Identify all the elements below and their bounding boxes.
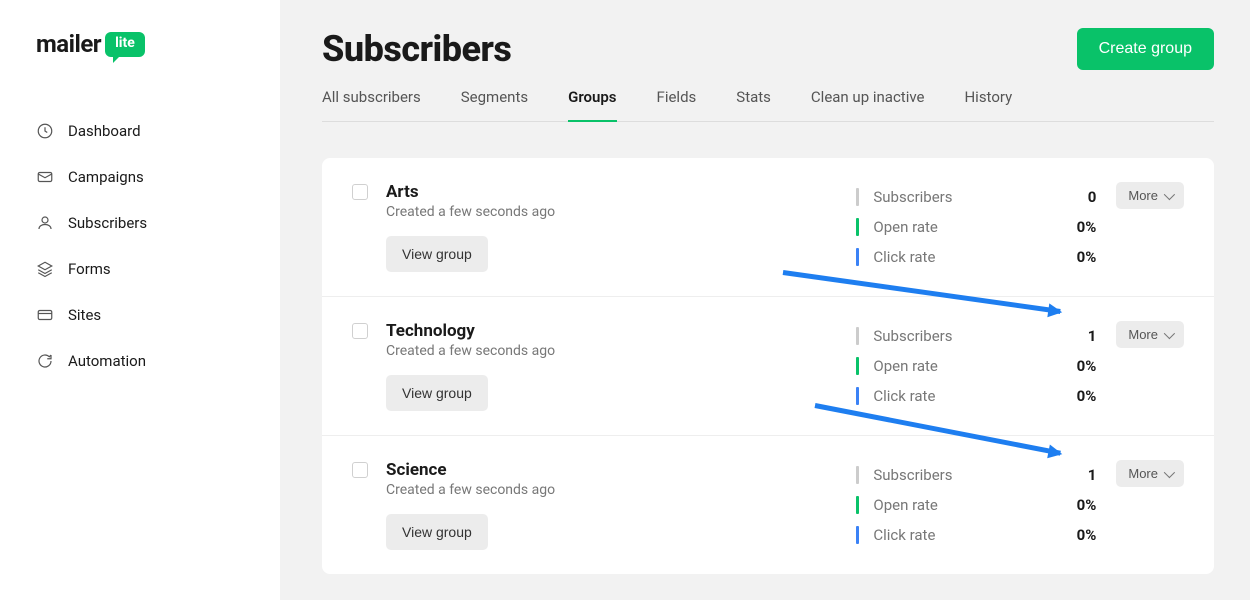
chevron-down-icon: [1164, 327, 1175, 338]
stat-value-subscribers: 0: [1088, 188, 1097, 206]
sidebar: mailer lite Dashboard Campaigns Subscr: [0, 0, 280, 600]
more-button[interactable]: More: [1116, 321, 1184, 348]
stat-value-click-rate: 0%: [1077, 248, 1097, 266]
stat-label-open-rate: Open rate: [873, 357, 1076, 375]
stat-bar-icon: [856, 466, 859, 484]
stat-label-subscribers: Subscribers: [873, 188, 1087, 206]
sidebar-item-sites[interactable]: Sites: [36, 292, 280, 338]
logo-word: mailer: [36, 30, 101, 58]
main-content: Subscribers Create group All subscribers…: [280, 0, 1250, 600]
group-row: Technology Created a few seconds ago Vie…: [322, 297, 1214, 436]
logo-badge: lite: [105, 32, 145, 57]
stat-value-open-rate: 0%: [1077, 496, 1097, 514]
stat-bar-icon: [856, 218, 859, 236]
group-created: Created a few seconds ago: [386, 204, 856, 220]
group-row: Arts Created a few seconds ago View grou…: [322, 158, 1214, 297]
create-group-button[interactable]: Create group: [1077, 28, 1214, 70]
mail-icon: [36, 168, 54, 186]
credit-card-icon: [36, 306, 54, 324]
stat-label-subscribers: Subscribers: [873, 327, 1087, 345]
more-label: More: [1128, 466, 1158, 481]
stat-label-open-rate: Open rate: [873, 496, 1076, 514]
sidebar-item-dashboard[interactable]: Dashboard: [36, 108, 280, 154]
tabs: All subscribers Segments Groups Fields Stats…: [322, 88, 1214, 122]
stat-value-open-rate: 0%: [1077, 218, 1097, 236]
sidebar-item-subscribers[interactable]: Subscribers: [36, 200, 280, 246]
stat-value-open-rate: 0%: [1077, 357, 1097, 375]
stat-bar-icon: [856, 327, 859, 345]
stat-value-click-rate: 0%: [1077, 526, 1097, 544]
stat-label-open-rate: Open rate: [873, 218, 1076, 236]
more-label: More: [1128, 327, 1158, 342]
sidebar-item-label: Dashboard: [68, 122, 141, 140]
view-group-button[interactable]: View group: [386, 514, 488, 550]
stat-label-subscribers: Subscribers: [873, 466, 1087, 484]
sidebar-item-label: Automation: [68, 352, 146, 370]
group-checkbox[interactable]: [352, 323, 368, 339]
more-button[interactable]: More: [1116, 182, 1184, 209]
stat-bar-icon: [856, 496, 859, 514]
stat-label-click-rate: Click rate: [873, 248, 1076, 266]
group-name[interactable]: Arts: [386, 182, 856, 202]
chevron-down-icon: [1164, 188, 1175, 199]
sidebar-item-label: Campaigns: [68, 168, 144, 186]
more-label: More: [1128, 188, 1158, 203]
group-checkbox[interactable]: [352, 462, 368, 478]
tab-fields[interactable]: Fields: [657, 88, 697, 122]
stat-label-click-rate: Click rate: [873, 526, 1076, 544]
groups-card: Arts Created a few seconds ago View grou…: [322, 158, 1214, 574]
stat-bar-icon: [856, 526, 859, 544]
sidebar-item-campaigns[interactable]: Campaigns: [36, 154, 280, 200]
tab-groups[interactable]: Groups: [568, 88, 616, 122]
user-icon: [36, 214, 54, 232]
logo[interactable]: mailer lite: [36, 30, 280, 58]
tab-all-subscribers[interactable]: All subscribers: [322, 88, 421, 122]
refresh-icon: [36, 352, 54, 370]
sidebar-item-label: Sites: [68, 306, 101, 324]
tab-clean-up-inactive[interactable]: Clean up inactive: [811, 88, 925, 122]
group-checkbox[interactable]: [352, 184, 368, 200]
view-group-button[interactable]: View group: [386, 236, 488, 272]
group-name[interactable]: Science: [386, 460, 856, 480]
sidebar-item-automation[interactable]: Automation: [36, 338, 280, 384]
sidebar-item-forms[interactable]: Forms: [36, 246, 280, 292]
stat-value-click-rate: 0%: [1077, 387, 1097, 405]
page-title: Subscribers: [322, 28, 511, 70]
sidebar-item-label: Subscribers: [68, 214, 147, 232]
group-row: Science Created a few seconds ago View g…: [322, 436, 1214, 574]
stat-bar-icon: [856, 357, 859, 375]
group-name[interactable]: Technology: [386, 321, 856, 341]
stat-bar-icon: [856, 248, 859, 266]
stat-label-click-rate: Click rate: [873, 387, 1076, 405]
tab-history[interactable]: History: [964, 88, 1012, 122]
stat-bar-icon: [856, 188, 859, 206]
stat-value-subscribers: 1: [1088, 466, 1097, 484]
stat-value-subscribers: 1: [1088, 327, 1097, 345]
tab-stats[interactable]: Stats: [736, 88, 771, 122]
layers-icon: [36, 260, 54, 278]
group-created: Created a few seconds ago: [386, 482, 856, 498]
more-button[interactable]: More: [1116, 460, 1184, 487]
sidebar-item-label: Forms: [68, 260, 111, 278]
group-created: Created a few seconds ago: [386, 343, 856, 359]
stat-bar-icon: [856, 387, 859, 405]
tab-segments[interactable]: Segments: [461, 88, 528, 122]
view-group-button[interactable]: View group: [386, 375, 488, 411]
chevron-down-icon: [1164, 466, 1175, 477]
clock-icon: [36, 122, 54, 140]
